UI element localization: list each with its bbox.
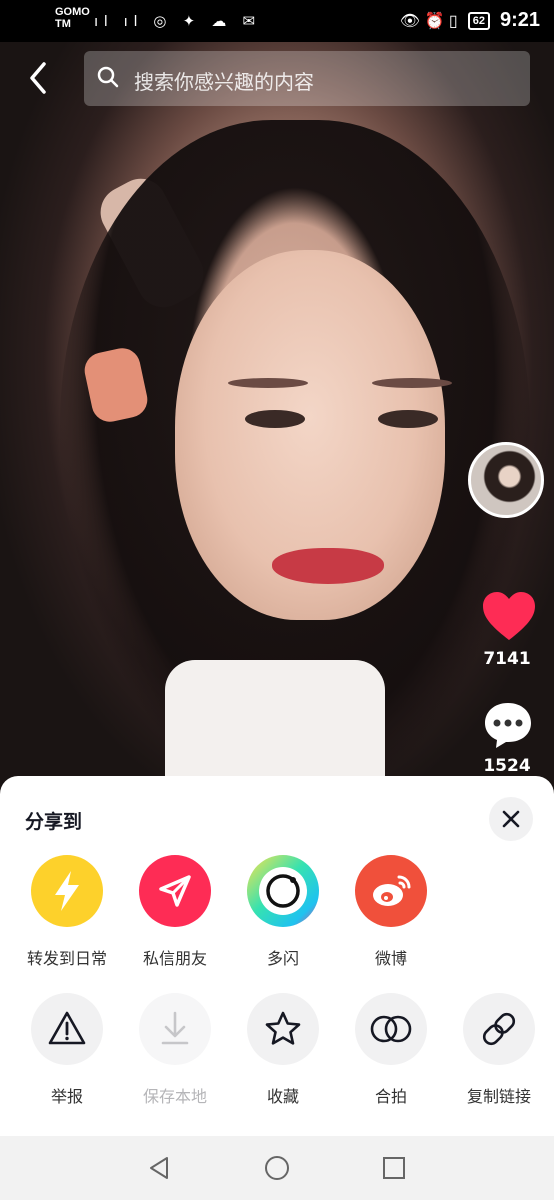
lightning-icon (55, 871, 79, 911)
close-icon (502, 810, 520, 828)
share-targets-row: 转发到日常 私信朋友 多闪 微博 (0, 855, 554, 975)
warning-icon (48, 1011, 86, 1045)
eye (245, 410, 305, 428)
carrier-label: GOMO TM (55, 6, 90, 30)
share-sheet-title: 分享到 (25, 811, 83, 833)
video-player[interactable] (0, 0, 554, 800)
comment-icon[interactable] (482, 700, 534, 750)
tool-circle (139, 993, 211, 1065)
share-target-label: 私信朋友 (142, 949, 207, 968)
tool-circle (463, 993, 535, 1065)
duoshan-icon (259, 867, 307, 915)
share-target-circle (31, 855, 103, 927)
battery-icon: 62 (467, 11, 490, 30)
status-right: 👁 ⏰ ▯ 62 9:21 (400, 9, 540, 32)
nav-recents-icon[interactable] (380, 1154, 408, 1182)
share-to-friend[interactable]: 私信朋友 (120, 855, 230, 975)
comment-count: 1524 (483, 756, 531, 776)
tool-label: 合拍 (374, 1087, 407, 1106)
nav-back-icon[interactable] (145, 1154, 173, 1182)
clock: 9:21 (499, 9, 540, 31)
nav-home-icon[interactable] (263, 1154, 291, 1182)
duet-button[interactable]: 合拍 (336, 993, 446, 1113)
lips (272, 548, 384, 584)
link-icon (482, 1012, 516, 1046)
tool-label: 复制链接 (466, 1087, 531, 1106)
share-to-duoshan[interactable]: 多闪 (228, 855, 338, 975)
star-icon (265, 1011, 301, 1045)
like-count: 7141 (483, 649, 531, 669)
share-to-daily[interactable]: 转发到日常 (12, 855, 122, 975)
search-placeholder: 搜索你感兴趣的内容 (134, 70, 314, 94)
share-target-label: 微博 (374, 949, 407, 968)
eye (378, 410, 438, 428)
search-icon (97, 66, 119, 88)
favorite-button[interactable]: 收藏 (228, 993, 338, 1113)
share-target-circle (139, 855, 211, 927)
tool-circle (31, 993, 103, 1065)
status-left-icons: ıl ıl ◎ ✦ ☁ ✉ (94, 13, 262, 30)
tool-label: 保存本地 (142, 1087, 207, 1106)
close-button[interactable] (489, 797, 533, 841)
share-target-label: 转发到日常 (26, 949, 107, 968)
weibo-icon (373, 875, 411, 906)
eyebrow (228, 378, 308, 388)
system-nav-bar (0, 1136, 554, 1200)
tools-row: 举报 保存本地 收藏 合拍 复制链接 (0, 993, 554, 1113)
creator-avatar[interactable] (468, 442, 544, 518)
status-right-icons: 👁 ⏰ ▯ (399, 12, 458, 30)
share-to-weibo[interactable]: 微博 (336, 855, 446, 975)
copy-link-button[interactable]: 复制链接 (444, 993, 554, 1113)
save-local-button[interactable]: 保存本地 (120, 993, 230, 1113)
paper-plane-icon (159, 875, 191, 907)
tool-circle (247, 993, 319, 1065)
download-icon (161, 1011, 189, 1045)
status-bar: GOMO TM ıl ıl ◎ ✦ ☁ ✉ 👁 ⏰ ▯ 62 9:21 (0, 0, 554, 42)
search-bar[interactable]: 搜索你感兴趣的内容 (84, 51, 530, 106)
share-target-circle (247, 855, 319, 927)
share-target-label: 多闪 (266, 949, 299, 968)
back-button[interactable] (24, 60, 54, 96)
tool-circle (355, 993, 427, 1065)
report-button[interactable]: 举报 (12, 993, 122, 1113)
heart-icon[interactable] (481, 590, 537, 642)
tool-label: 收藏 (266, 1087, 299, 1106)
share-sheet: 分享到 转发到日常 私信朋友 多闪 微博 举报 保存本地 收藏 合拍 复制链接 (0, 776, 554, 1136)
tool-label: 举报 (50, 1087, 83, 1106)
eyebrow (372, 378, 452, 388)
chevron-left-icon (30, 62, 46, 94)
duet-icon (370, 1015, 412, 1043)
share-target-circle (355, 855, 427, 927)
